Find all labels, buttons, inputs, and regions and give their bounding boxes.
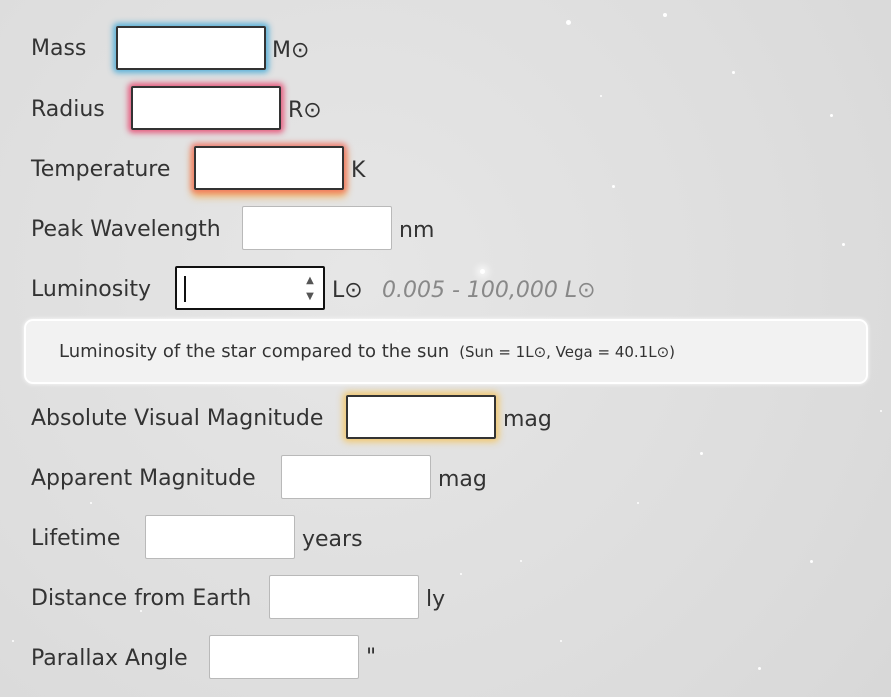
absolute-magnitude-input[interactable]: [346, 395, 496, 439]
apparent-magnitude-label: Apparent Magnitude: [31, 465, 256, 491]
luminosity-range-hint: 0.005 - 100,000 L⊙: [382, 278, 596, 303]
spinner-down-icon[interactable]: ▼: [306, 291, 314, 303]
lifetime-row: Lifetime: [31, 515, 120, 561]
mass-unit: M⊙: [272, 38, 310, 63]
peak-wavelength-label: Peak Wavelength: [31, 216, 221, 242]
absolute-magnitude-label: Absolute Visual Magnitude: [31, 405, 324, 431]
luminosity-input[interactable]: ▲ ▼: [175, 266, 325, 310]
lifetime-unit: years: [302, 527, 363, 552]
apparent-magnitude-input[interactable]: [281, 455, 431, 499]
parallax-row: Parallax Angle: [31, 635, 188, 681]
mass-label: Mass: [31, 35, 87, 61]
radius-unit: R⊙: [288, 98, 322, 123]
luminosity-unit: L⊙: [332, 278, 363, 303]
temperature-unit: K: [351, 158, 366, 183]
parallax-label: Parallax Angle: [31, 645, 188, 671]
lifetime-input[interactable]: [145, 515, 295, 559]
parallax-unit: ": [366, 645, 377, 670]
radius-input[interactable]: [131, 86, 281, 130]
luminosity-info-box: Luminosity of the star compared to the s…: [24, 319, 868, 384]
absolute-magnitude-row: Absolute Visual Magnitude: [31, 395, 323, 441]
lifetime-label: Lifetime: [31, 525, 121, 551]
temperature-row: Temperature: [31, 146, 170, 192]
mass-row: Mass: [31, 25, 86, 71]
luminosity-label: Luminosity: [31, 276, 151, 302]
apparent-magnitude-row: Apparent Magnitude: [31, 455, 256, 501]
mass-input[interactable]: [116, 26, 266, 70]
luminosity-row: Luminosity: [31, 266, 151, 312]
spinner-up-icon[interactable]: ▲: [306, 275, 314, 287]
radius-row: Radius: [31, 86, 105, 132]
distance-input[interactable]: [269, 575, 419, 619]
peak-wavelength-row: Peak Wavelength: [31, 206, 221, 252]
distance-unit: ly: [426, 587, 446, 612]
distance-label: Distance from Earth: [31, 585, 252, 611]
temperature-input[interactable]: [194, 146, 344, 190]
text-caret: [184, 276, 186, 302]
absolute-magnitude-unit: mag: [503, 407, 552, 432]
temperature-label: Temperature: [31, 156, 171, 182]
info-note: (Sun = 1L⊙, Vega = 40.1L⊙): [459, 342, 676, 361]
parallax-input[interactable]: [209, 635, 359, 679]
apparent-magnitude-unit: mag: [438, 467, 487, 492]
number-spinner[interactable]: ▲ ▼: [303, 275, 317, 303]
radius-label: Radius: [31, 96, 105, 122]
distance-row: Distance from Earth: [31, 575, 251, 621]
info-text: Luminosity of the star compared to the s…: [59, 341, 450, 362]
peak-wavelength-input[interactable]: [242, 206, 392, 250]
peak-wavelength-unit: nm: [399, 218, 435, 243]
